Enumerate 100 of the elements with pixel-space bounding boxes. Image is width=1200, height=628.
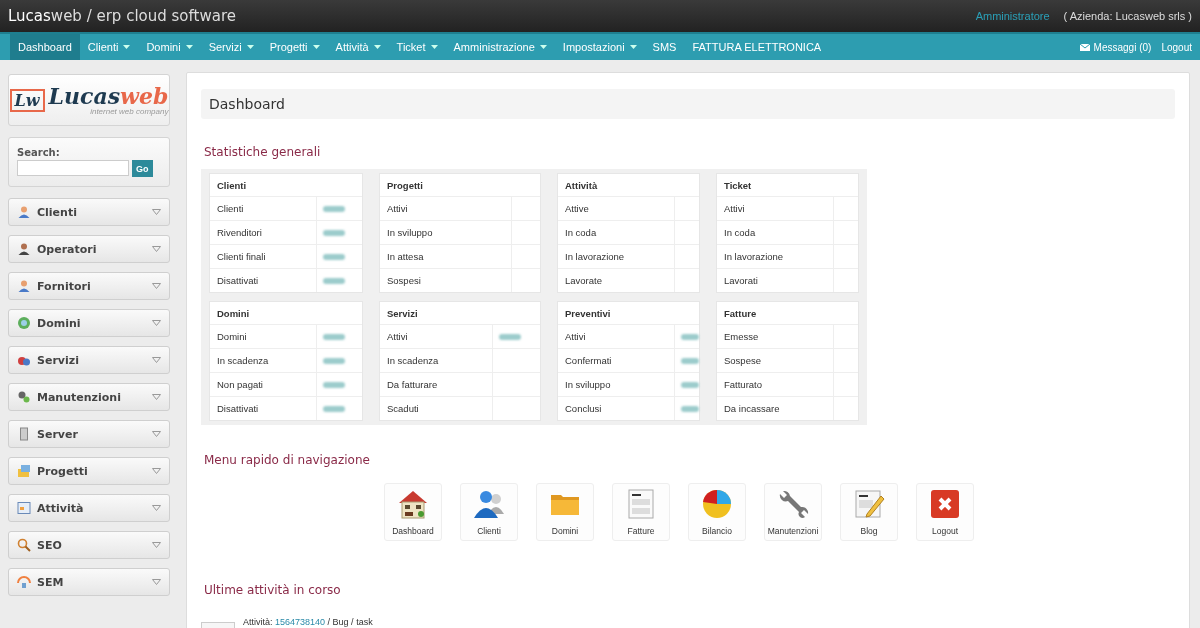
- section-title: Ultime attività in corso: [204, 583, 342, 597]
- stat-label: Attivi: [564, 331, 587, 342]
- sidebar-item[interactable]: SEO: [8, 531, 170, 559]
- sidebar-item[interactable]: SEM: [8, 568, 170, 596]
- quick-nav-tile[interactable]: Blog: [840, 483, 898, 541]
- stat-label: In attesa: [386, 251, 425, 262]
- stat-label: Attivi: [386, 331, 409, 342]
- quick-nav-tile[interactable]: Bilancio: [688, 483, 746, 541]
- server-icon: [17, 427, 31, 441]
- chevron-icon: [152, 542, 161, 548]
- house-icon: [397, 488, 429, 520]
- stat-label: Da incassare: [723, 403, 781, 414]
- stat-label: Disattivati: [216, 403, 260, 414]
- stat-label: In sviluppo: [564, 379, 612, 390]
- search-field[interactable]: [17, 160, 129, 176]
- sidebar-item[interactable]: Fornitori: [8, 272, 170, 300]
- document-icon: [625, 488, 657, 520]
- caret-icon: [430, 45, 438, 49]
- stat-label: In scadenza: [386, 355, 440, 366]
- stat-label: In coda: [723, 227, 757, 238]
- stat-label: In scadenza: [216, 355, 270, 366]
- card-title: Domini: [210, 302, 362, 325]
- card-title: Ticket: [717, 174, 858, 197]
- close-icon: [929, 488, 961, 520]
- quick-nav-tile[interactable]: Fatture: [612, 483, 670, 541]
- chevron-icon: [152, 320, 161, 326]
- activity-link[interactable]: 1564738140: [275, 617, 326, 627]
- logo: Lw Lucasweb internet web company: [8, 74, 170, 126]
- chevron-icon: [152, 431, 161, 437]
- card-title: Servizi: [380, 302, 540, 325]
- caret-icon: [246, 45, 254, 49]
- pie-chart-icon: [701, 488, 733, 520]
- stat-label: In coda: [564, 227, 598, 238]
- activity-text: Attività: 1564738140 / Bug / task: [243, 617, 373, 627]
- quick-nav-tile[interactable]: Clienti: [460, 483, 518, 541]
- page-title: Dashboard: [201, 89, 1175, 119]
- stat-label: Non pagati: [216, 379, 264, 390]
- quick-nav-tile[interactable]: Dashboard: [384, 483, 442, 541]
- users-icon: [473, 488, 505, 520]
- company-label: ( Azienda: Lucasweb srls ): [1063, 10, 1192, 22]
- wrench-icon: [777, 488, 809, 520]
- stat-label: Scaduti: [386, 403, 420, 414]
- chevron-icon: [152, 468, 161, 474]
- quick-nav-tile[interactable]: Manutenzioni: [764, 483, 822, 541]
- chevron-icon: [152, 283, 161, 289]
- sidebar-item[interactable]: Server: [8, 420, 170, 448]
- stat-label: Clienti finali: [216, 251, 267, 262]
- app-title: Lucasweb / erp cloud software: [8, 7, 236, 25]
- sidebar-item[interactable]: Attività: [8, 494, 170, 522]
- stat-label: Attivi: [386, 203, 409, 214]
- stat-label: Domini: [216, 331, 248, 342]
- person-icon: [17, 242, 31, 256]
- stat-label: Confermati: [564, 355, 613, 366]
- envelope-icon: [1079, 43, 1090, 51]
- caret-icon: [629, 45, 637, 49]
- stat-label: In lavorazione: [564, 251, 626, 262]
- stat-label: Fatturato: [723, 379, 764, 390]
- user-link[interactable]: Amministratore: [975, 10, 1050, 22]
- stat-label: Attivi: [723, 203, 746, 214]
- stat-label: Emesse: [723, 331, 760, 342]
- sidebar-item[interactable]: Servizi: [8, 346, 170, 374]
- section-title: Statistiche generali: [204, 145, 322, 159]
- caret-icon: [539, 45, 547, 49]
- section-title: Menu rapido di navigazione: [204, 453, 371, 467]
- chevron-icon: [152, 394, 161, 400]
- globe-icon: [17, 316, 31, 330]
- stat-label: Sospese: [723, 355, 762, 366]
- card-title: Attività: [558, 174, 699, 197]
- signal-icon: [17, 575, 31, 589]
- search-icon: [17, 538, 31, 552]
- card-title: Fatture: [717, 302, 858, 325]
- folder-icon: [17, 464, 31, 478]
- search-label: Search:: [17, 147, 61, 158]
- calendar-icon: [17, 501, 31, 515]
- quick-nav-tile[interactable]: Logout: [916, 483, 974, 541]
- stat-label: Da fatturare: [386, 379, 439, 390]
- stat-label: In sviluppo: [386, 227, 434, 238]
- stat-label: Clienti: [216, 203, 245, 214]
- stat-label: Lavorati: [723, 275, 759, 286]
- nav-menu-item[interactable]: Dashboard: [10, 34, 80, 60]
- sidebar-item[interactable]: Clienti: [8, 198, 170, 226]
- person-icon: [17, 279, 31, 293]
- stat-label: Conclusi: [564, 403, 603, 414]
- stat-label: Attive: [564, 203, 590, 214]
- caret-icon: [123, 45, 131, 49]
- quick-nav-tile[interactable]: Domini: [536, 483, 594, 541]
- caret-icon: [312, 45, 320, 49]
- go-button[interactable]: Go: [132, 160, 153, 177]
- sidebar-item[interactable]: Manutenzioni: [8, 383, 170, 411]
- chevron-icon: [152, 209, 161, 215]
- chevron-icon: [152, 505, 161, 511]
- stat-label: In lavorazione: [723, 251, 785, 262]
- stat-label: Lavorate: [564, 275, 603, 286]
- sidebar-item[interactable]: Operatori: [8, 235, 170, 263]
- caret-icon: [373, 45, 381, 49]
- sidebar-item[interactable]: Domini: [8, 309, 170, 337]
- sidebar-item[interactable]: Progetti: [8, 457, 170, 485]
- card-title: Progetti: [380, 174, 540, 197]
- chevron-icon: [152, 246, 161, 252]
- card-title: Preventivi: [558, 302, 699, 325]
